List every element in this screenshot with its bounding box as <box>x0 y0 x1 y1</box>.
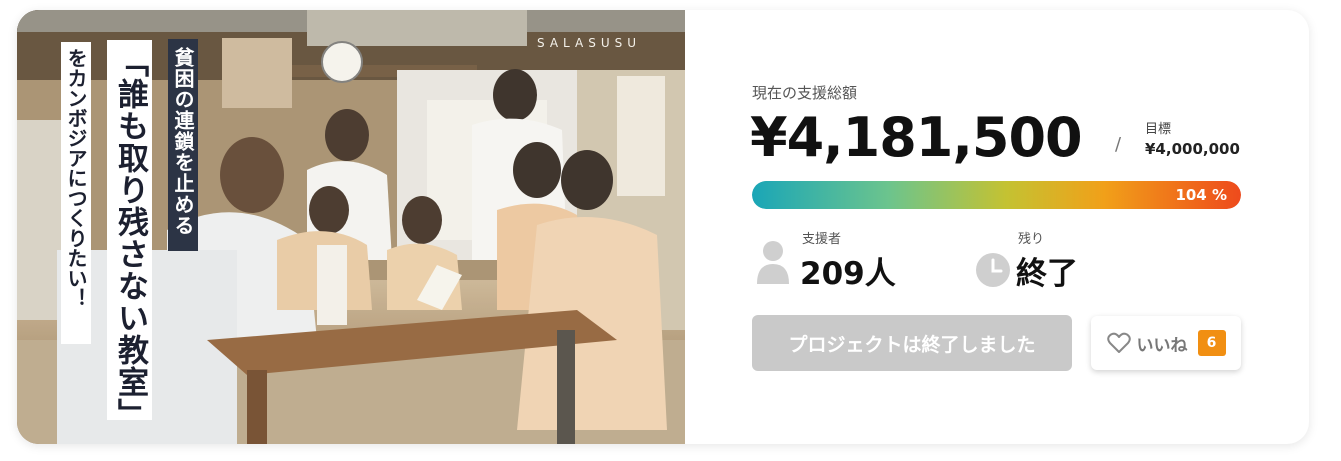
project-image[interactable]: SALASUSU 貧困の連鎖を止める 「誰も取り残さない教室」 をカンボジアにつ… <box>17 10 685 444</box>
brand-logo-text: SALASUSU <box>537 36 642 50</box>
remaining-value: 終了 <box>1016 256 1078 292</box>
heart-outline-icon <box>1106 332 1131 353</box>
remaining-label: 残り <box>1018 232 1045 247</box>
project-card: SALASUSU 貧困の連鎖を止める 「誰も取り残さない教室」 をカンボジアにつ… <box>17 10 1309 444</box>
funding-info-panel: 現在の支援総額 ¥4,181,500 / 目標 ¥4,000,000 104 %… <box>685 10 1309 444</box>
clock-icon <box>976 253 1010 287</box>
backers-count: 209人 <box>800 256 896 292</box>
goal-amount: ¥4,000,000 <box>1145 140 1240 158</box>
like-label: いいね <box>1136 335 1188 356</box>
headline-subtitle: 貧困の連鎖を止める <box>168 39 198 251</box>
like-button[interactable]: いいね 6 <box>1091 316 1241 370</box>
headline-title: 「誰も取り残さない教室」 <box>107 40 152 430</box>
total-amount: ¥4,181,500 <box>750 106 1083 169</box>
goal-label: 目標 <box>1145 122 1172 137</box>
project-ended-button[interactable]: プロジェクトは終了しました <box>752 315 1072 371</box>
progress-fill <box>752 181 1241 209</box>
like-count-badge: 6 <box>1197 330 1226 356</box>
divider-slash: / <box>1115 134 1122 155</box>
progress-percent: 104 % <box>1175 186 1227 204</box>
funding-progress-bar: 104 % <box>752 181 1241 209</box>
backers-label: 支援者 <box>802 232 842 247</box>
person-icon <box>757 241 789 284</box>
total-label: 現在の支援総額 <box>752 84 858 102</box>
headline-continuation: をカンボジアにつくりたい！ <box>61 42 91 344</box>
